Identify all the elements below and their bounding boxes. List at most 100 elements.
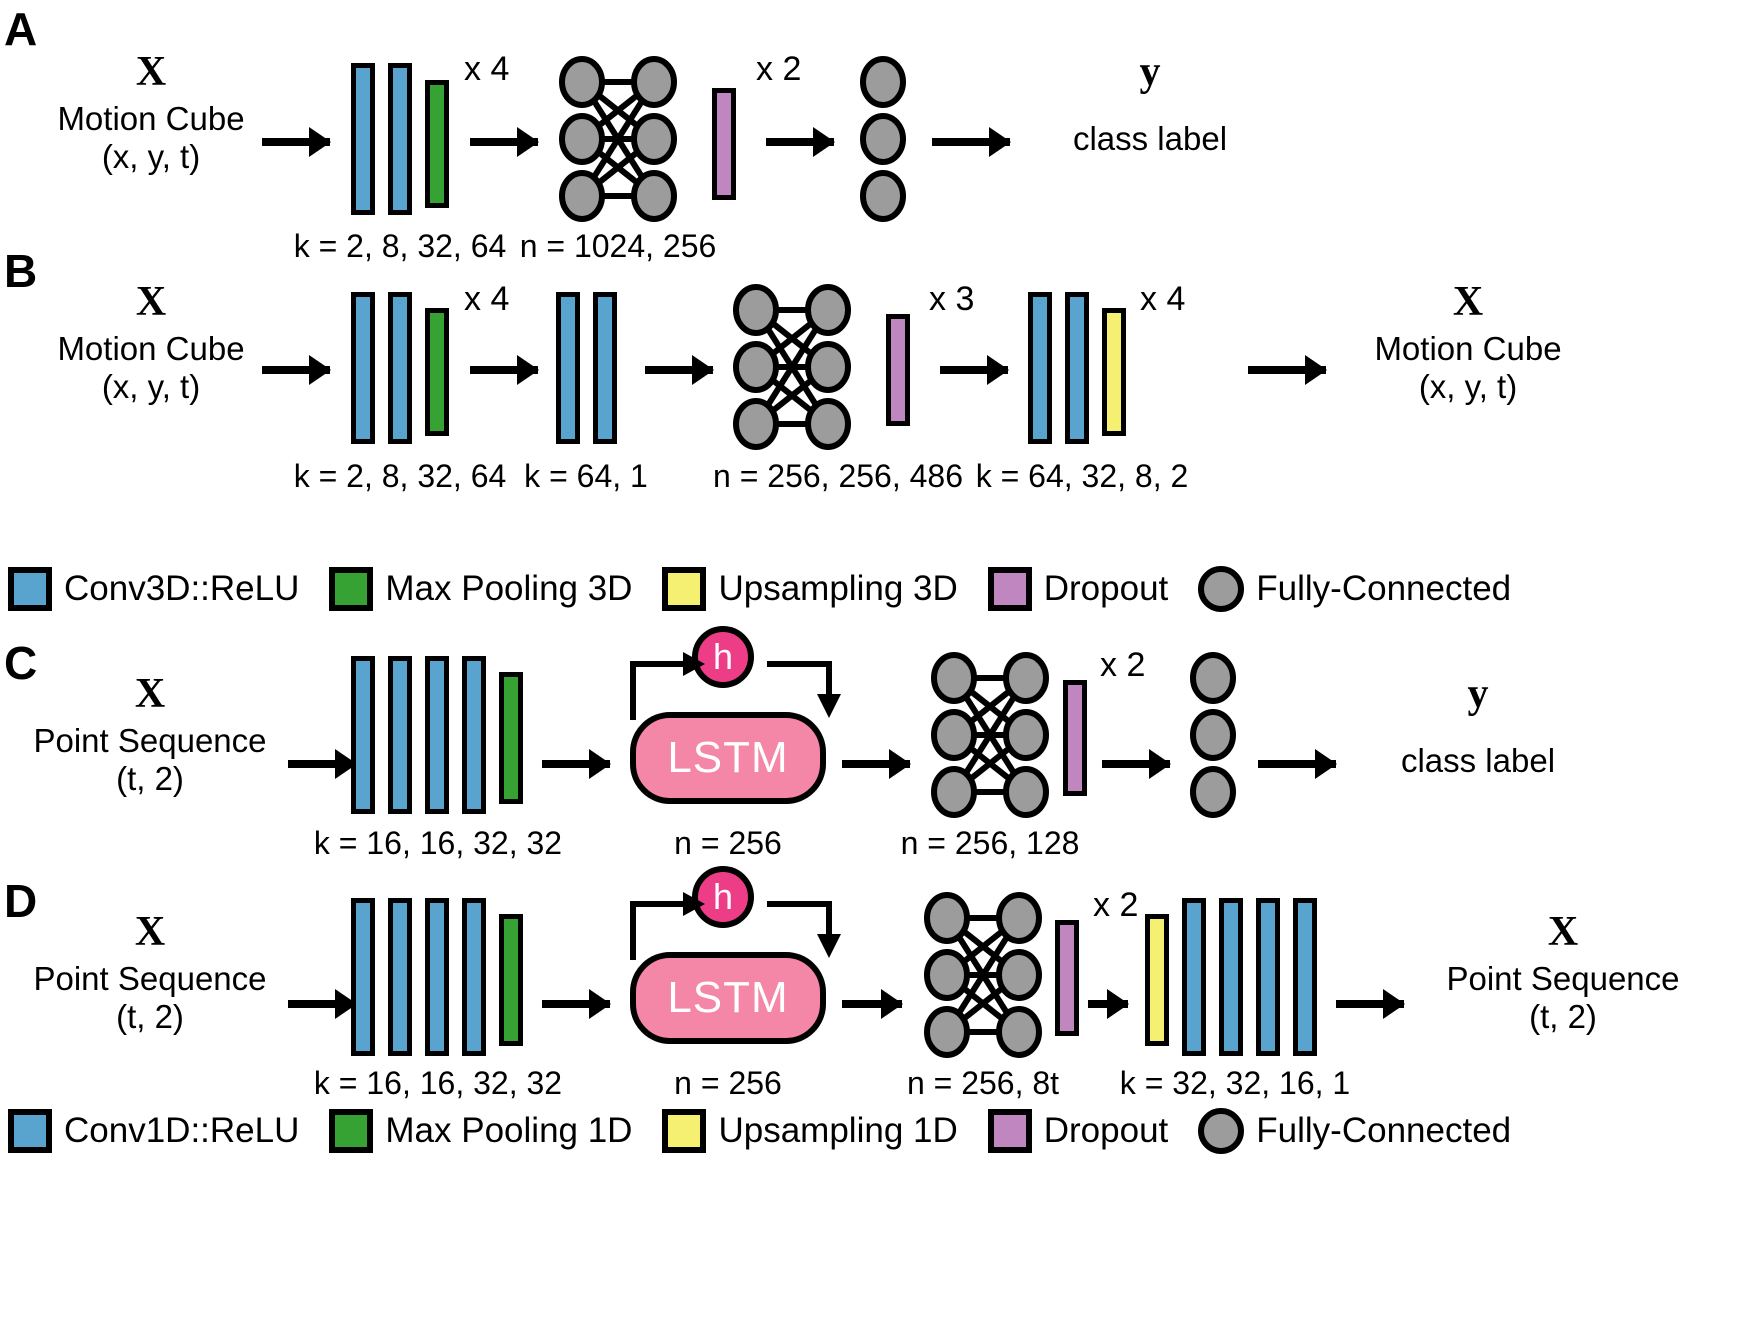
output-line-1: Motion Cube <box>1374 329 1562 367</box>
legend-1d: Conv1D::ReLU Max Pooling 1D Upsampling 1… <box>8 1108 1511 1154</box>
legend-item-upsampling1d: Upsampling 1D <box>662 1109 958 1153</box>
legend-label: Conv1D::ReLU <box>64 1111 300 1150</box>
panel-b-param-1: k = 2, 8, 32, 64 <box>293 458 507 494</box>
conv-bar-b-1 <box>351 292 375 444</box>
legend-item-fully-connected: Fully-Connected <box>1198 566 1511 612</box>
arrow-a-2 <box>470 138 538 146</box>
pool-bar-c-1 <box>499 672 523 804</box>
arrow-b-2 <box>470 366 538 374</box>
lstm-block-c: LSTM <box>630 712 826 804</box>
output-line-1: class label <box>1072 119 1228 157</box>
conv-bar-b-6 <box>1065 292 1089 444</box>
input-line-1: Point Sequence <box>33 959 267 997</box>
panel-b-input: X Motion Cube (x, y, t) <box>36 278 266 407</box>
conv-bar-d-1 <box>351 898 375 1056</box>
fully-connected-graph-d <box>924 892 1042 1058</box>
lstm-label: LSTM <box>667 973 789 1022</box>
dropout-swatch-icon <box>987 567 1032 611</box>
legend-label: Max Pooling 1D <box>385 1111 633 1150</box>
input-line-2: (x, y, t) <box>101 138 201 176</box>
arrow-a-1 <box>262 138 330 146</box>
legend-label: Upsampling 1D <box>718 1111 958 1150</box>
legend-item-dropout: Dropout <box>987 567 1169 611</box>
panel-a-input: X Motion Cube (x, y, t) <box>36 48 266 177</box>
panel-a-mult-2: x 2 <box>756 50 802 88</box>
input-line-1: Motion Cube <box>57 99 245 137</box>
legend-3d: Conv3D::ReLU Max Pooling 3D Upsampling 3… <box>8 566 1511 612</box>
output-symbol: X <box>1452 279 1484 325</box>
arrow-d-4 <box>1088 1000 1128 1008</box>
output-symbol: y <box>1139 49 1161 95</box>
arrow-b-1 <box>262 366 330 374</box>
maxpool3d-swatch-icon <box>329 567 374 611</box>
dropout-swatch-icon <box>987 1109 1032 1153</box>
panel-a-param-2: n = 1024, 256 <box>519 228 717 264</box>
panel-letter-b: B <box>4 245 38 297</box>
legend-item-fully-connected: Fully-Connected <box>1198 1108 1511 1154</box>
input-symbol: X <box>135 49 167 95</box>
legend-item-dropout: Dropout <box>987 1109 1168 1153</box>
legend-item-upsampling3d: Upsampling 3D <box>662 567 958 611</box>
lstm-recurrence-arrows-c <box>625 622 845 722</box>
arrow-b-4 <box>940 366 1008 374</box>
conv-bar-b-3 <box>556 292 580 444</box>
arrow-c-1 <box>288 760 356 768</box>
conv-bar-b-2 <box>388 292 412 444</box>
arrow-b-3 <box>645 366 713 374</box>
arrow-d-5 <box>1336 1000 1404 1008</box>
output-line-1: class label <box>1400 741 1556 779</box>
input-symbol: X <box>134 671 166 717</box>
output-nodes-a <box>860 56 906 222</box>
panel-c-param-1: k = 16, 16, 32, 32 <box>313 825 563 861</box>
legend-label: Dropout <box>1043 569 1169 608</box>
output-line-1: Point Sequence <box>1446 959 1680 997</box>
panel-c-input: X Point Sequence (t, 2) <box>14 670 286 799</box>
conv-bar-b-4 <box>593 292 617 444</box>
panel-c-mult-1: x 2 <box>1100 646 1146 684</box>
panel-d-mult-1: x 2 <box>1093 886 1139 924</box>
panel-c-param-2: n = 256 <box>674 825 782 861</box>
pool-bar-b-1 <box>425 308 449 436</box>
fully-connected-graph-b <box>733 284 851 450</box>
panel-b-mult-1: x 4 <box>464 280 510 318</box>
upsampling1d-swatch-icon <box>662 1109 707 1153</box>
legend-label: Fully-Connected <box>1256 569 1512 608</box>
conv-bar-d-4 <box>462 898 486 1056</box>
conv-bar-c-1 <box>351 656 375 814</box>
panel-d-param-2: n = 256 <box>674 1065 782 1101</box>
legend-item-conv1d: Conv1D::ReLU <box>8 1109 299 1153</box>
panel-d-param-1: k = 16, 16, 32, 32 <box>313 1065 563 1101</box>
output-symbol: X <box>1547 909 1579 955</box>
arrow-a-4 <box>932 138 1010 146</box>
fully-connected-graph-c <box>931 652 1049 818</box>
output-symbol: y <box>1467 671 1489 717</box>
panel-d-param-4: k = 32, 32, 16, 1 <box>1119 1065 1351 1101</box>
panel-c-output: y class label <box>1348 670 1608 780</box>
arrow-d-3 <box>842 1000 902 1008</box>
panel-d-output: X Point Sequence (t, 2) <box>1408 908 1718 1037</box>
panel-c-param-3: n = 256, 128 <box>900 825 1080 861</box>
input-symbol: X <box>134 909 166 955</box>
lstm-block-d: LSTM <box>630 952 826 1044</box>
input-line-1: Point Sequence <box>33 721 267 759</box>
output-nodes-c <box>1190 652 1236 818</box>
arrow-c-5 <box>1258 760 1336 768</box>
dropout-bar-a <box>712 88 736 200</box>
panel-b-param-3: n = 256, 256, 486 <box>713 458 963 494</box>
input-symbol: X <box>135 279 167 325</box>
dropout-bar-b <box>886 314 910 426</box>
lstm-recurrence-arrows-d <box>625 862 845 962</box>
dropout-bar-c <box>1063 680 1087 796</box>
panel-a-mult-1: x 4 <box>464 50 510 88</box>
legend-label: Fully-Connected <box>1256 1111 1512 1150</box>
conv-bar-d-6 <box>1219 898 1243 1056</box>
input-line-2: (x, y, t) <box>101 368 201 406</box>
conv3d-swatch-icon <box>8 567 52 611</box>
pool-bar-a-1 <box>425 80 449 208</box>
input-line-2: (t, 2) <box>116 760 184 798</box>
panel-b-mult-3: x 4 <box>1140 280 1186 318</box>
arrow-c-2 <box>542 760 610 768</box>
conv-bar-b-5 <box>1028 292 1052 444</box>
maxpool1d-swatch-icon <box>329 1109 374 1153</box>
figure-canvas: A X Motion Cube (x, y, t) x 4 k = 2, 8, … <box>0 0 1745 1323</box>
